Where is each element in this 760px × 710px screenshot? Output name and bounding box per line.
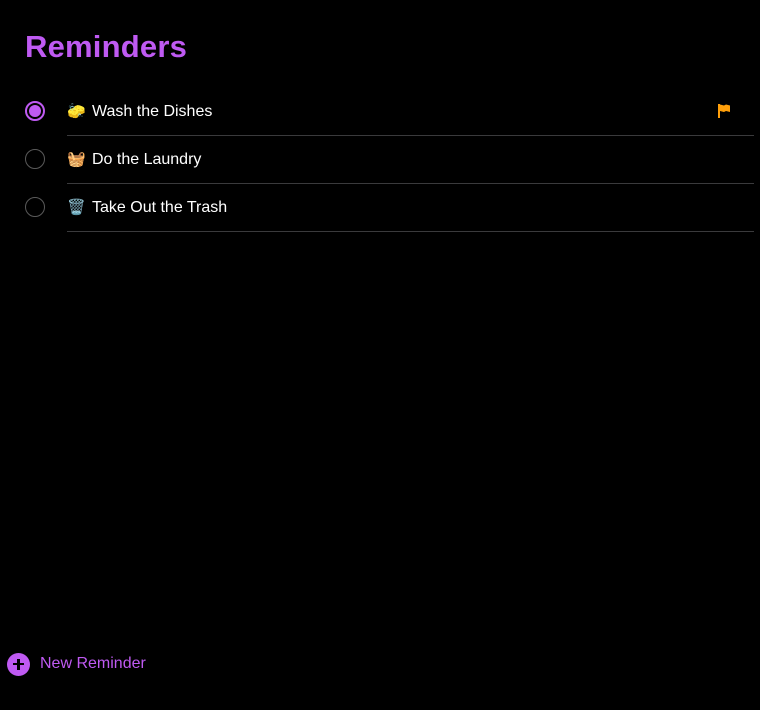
reminder-row[interactable]: 🗑️ Take Out the Trash: [0, 184, 760, 232]
plus-circle-icon[interactable]: [7, 652, 30, 676]
reminder-title[interactable]: Wash the Dishes: [92, 103, 212, 120]
reminder-title-wrap[interactable]: 🗑️ Take Out the Trash: [67, 198, 227, 217]
reminders-list: 🧽Wash the Dishes 🧺Do the Laundry 🗑️Ta: [0, 88, 760, 232]
basket-emoji-icon: 🧺: [67, 150, 86, 168]
reminder-checkbox[interactable]: [25, 101, 45, 121]
reminder-content[interactable]: 🗑️ Take Out the Trash: [67, 184, 754, 232]
reminder-checkbox[interactable]: [25, 149, 45, 169]
new-reminder-button[interactable]: New Reminder: [7, 652, 146, 676]
reminder-row[interactable]: 🧽 Wash the Dishes: [0, 88, 760, 136]
reminder-title-wrap[interactable]: 🧺 Do the Laundry: [67, 150, 201, 169]
reminders-window: Reminders 🧽 Wash the Dishes 🧺 Do the Laund…: [0, 0, 760, 710]
reminder-title-wrap[interactable]: 🧽 Wash the Dishes: [67, 102, 212, 121]
new-reminder-label[interactable]: New Reminder: [40, 655, 146, 673]
reminder-content[interactable]: 🧺 Do the Laundry: [67, 136, 754, 184]
wastebasket-emoji-icon: 🗑️: [67, 198, 86, 216]
flag-icon[interactable]: [716, 103, 732, 119]
reminder-title[interactable]: Take Out the Trash: [92, 199, 227, 216]
reminder-checkbox[interactable]: [25, 197, 45, 217]
sponge-emoji-icon: 🧽: [67, 102, 86, 120]
reminder-title[interactable]: Do the Laundry: [92, 151, 201, 168]
reminder-row[interactable]: 🧺 Do the Laundry: [0, 136, 760, 184]
reminder-content[interactable]: 🧽 Wash the Dishes: [67, 88, 754, 136]
list-title: Reminders: [25, 29, 188, 64]
